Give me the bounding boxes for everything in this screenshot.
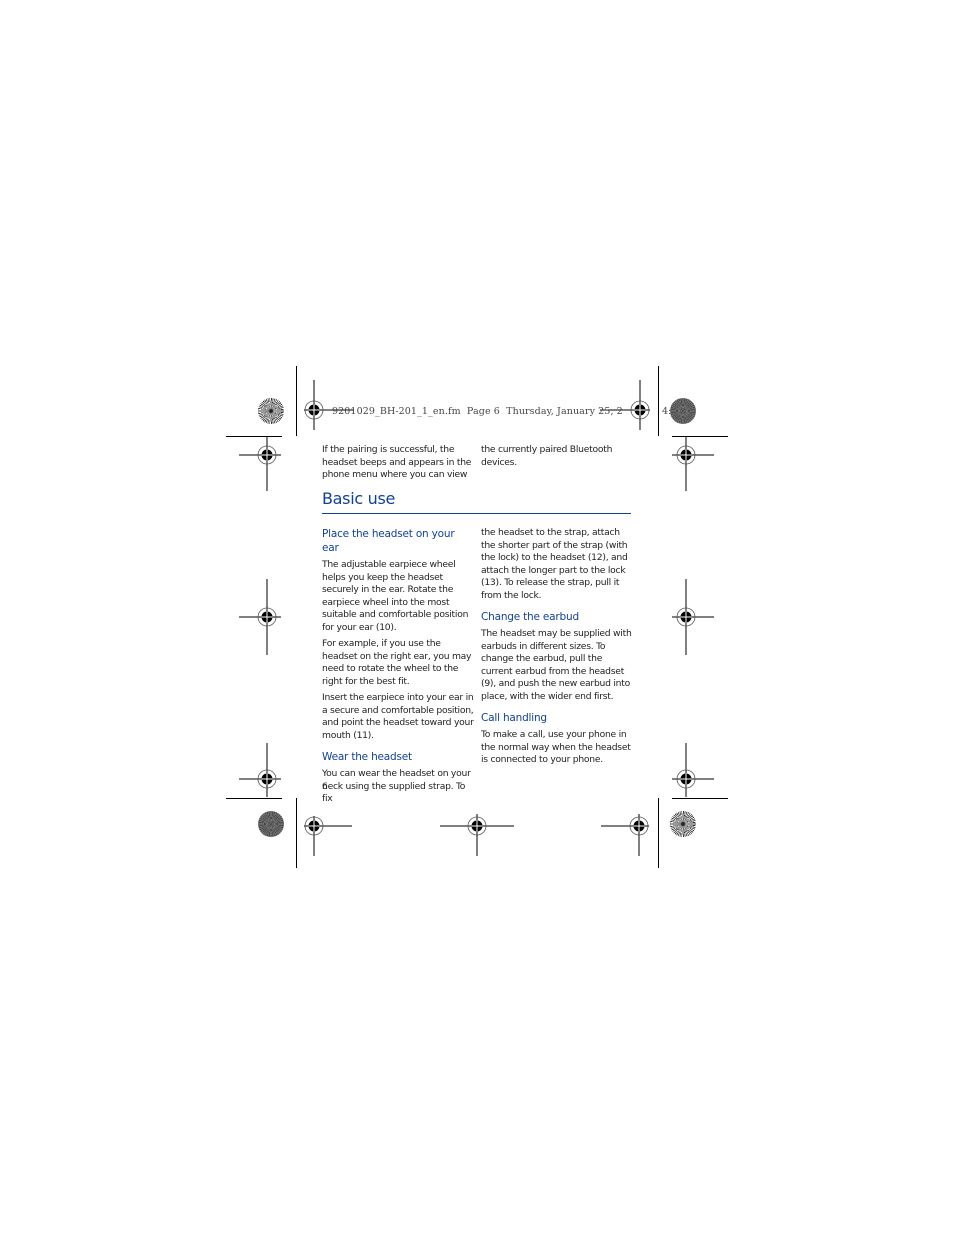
star-target-icon: [670, 398, 696, 424]
star-target-icon: [258, 811, 284, 837]
paragraph: For example, if you use the headset on t…: [322, 638, 472, 687]
heading-place-headset: Place the headset on your ear: [322, 528, 455, 554]
section-title: Basic use: [322, 489, 396, 508]
heading-change-earbud: Change the earbud: [481, 611, 579, 623]
registration-target: [304, 380, 354, 430]
registration-target: [304, 816, 352, 856]
paragraph: To make a call, use your phone in the no…: [481, 729, 631, 765]
paragraph: the headset to the strap, attach the sho…: [481, 527, 628, 601]
registration-target: [672, 743, 714, 797]
intro-right: the currently paired Bluetooth devices.: [481, 444, 633, 473]
paragraph: The adjustable earpiece wheel helps you …: [322, 559, 469, 633]
paragraph: Insert the earpiece into your ear in a s…: [322, 692, 474, 741]
star-target-icon: [258, 398, 284, 424]
paragraph: You can wear the headset on your neck us…: [322, 768, 471, 804]
heading-call-handling: Call handling: [481, 712, 547, 724]
right-column: the headset to the strap, attach the sho…: [481, 527, 633, 771]
registration-target: [239, 743, 281, 797]
section-rule: [322, 513, 631, 514]
file-slug: 9201029_BH-201_1_en.fm Page 6 Thursday, …: [332, 406, 623, 417]
intro-left: If the pairing is successful, the headse…: [322, 444, 474, 486]
intro-right-text: the currently paired Bluetooth devices.: [481, 444, 613, 468]
registration-marks: [239, 380, 714, 856]
registration-target: [672, 579, 714, 655]
paragraph: The headset may be supplied with earbuds…: [481, 628, 632, 702]
page-number: 6: [322, 782, 328, 792]
registration-target: [601, 814, 649, 856]
registration-target: [600, 380, 650, 430]
registration-target: [672, 437, 714, 491]
registration-target: [239, 437, 281, 491]
left-column: Place the headset on your ear The adjust…: [322, 527, 474, 810]
file-slug-tail: 4:: [662, 406, 672, 417]
star-target-icon: [670, 811, 696, 837]
registration-target: [239, 579, 281, 655]
intro-left-text: If the pairing is successful, the headse…: [322, 444, 472, 480]
registration-target: [440, 814, 514, 856]
heading-wear-headset: Wear the headset: [322, 751, 412, 763]
